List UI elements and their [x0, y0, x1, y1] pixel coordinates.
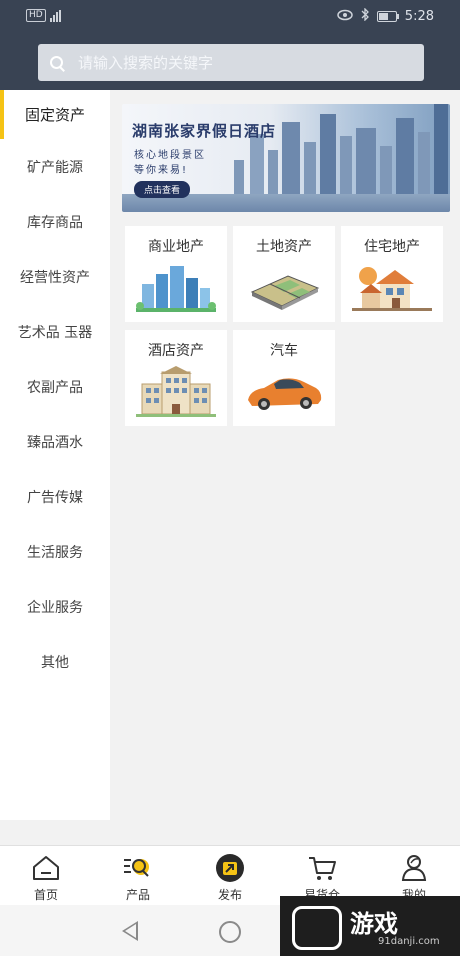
category-label: 商业地产 — [148, 239, 204, 255]
sidebar-item-inventory[interactable]: 库存商品 — [0, 194, 110, 249]
commercial-building-icon — [136, 266, 216, 312]
tab-home[interactable]: 首页 — [0, 846, 92, 906]
sidebar-item-mineral-energy[interactable]: 矿产能源 — [0, 139, 110, 194]
home-circle-icon[interactable] — [219, 921, 241, 943]
bluetooth-icon — [361, 7, 369, 25]
sidebar-item-label: 农副产品 — [27, 379, 83, 396]
signal-icon — [49, 9, 61, 22]
tab-publish[interactable]: 发布 — [184, 846, 276, 906]
search-input[interactable] — [76, 52, 400, 73]
sidebar-item-advertising[interactable]: 广告传媒 — [0, 469, 110, 524]
status-bar: HD 5:28 — [0, 0, 460, 34]
category-sidebar: 固定资产 矿产能源 库存商品 经营性资产 艺术品 玉器 农副产品 臻品酒水 广告… — [0, 90, 110, 820]
publish-icon — [216, 854, 244, 882]
category-card-commercial[interactable]: 商业地产 — [125, 226, 227, 322]
sidebar-item-life-services[interactable]: 生活服务 — [0, 524, 110, 579]
category-label: 酒店资产 — [148, 343, 204, 359]
sidebar-item-label: 生活服务 — [27, 544, 83, 561]
sidebar-item-label: 其他 — [41, 654, 69, 671]
cart-icon — [309, 857, 336, 880]
battery-icon — [376, 11, 399, 22]
banner-subtitle: 核心地段景区 等你来易! — [134, 148, 206, 178]
hotel-building-icon — [136, 366, 216, 417]
tab-label: 发布 — [217, 888, 242, 902]
car-icon — [248, 378, 322, 410]
tab-label: 首页 — [33, 888, 58, 902]
residential-house-icon — [352, 267, 432, 311]
home-icon — [33, 856, 59, 880]
promo-banner[interactable]: 湖南张家界假日酒店 核心地段景区 等你来易! 点击查看 — [122, 104, 450, 212]
category-card-hotel[interactable]: 酒店资产 — [125, 330, 227, 426]
sidebar-item-label: 固定资产 — [24, 106, 85, 124]
hd-indicator: HD — [26, 9, 46, 22]
clock: 5:28 — [404, 9, 434, 24]
sidebar-item-other[interactable]: 其他 — [0, 634, 110, 689]
banner-title: 湖南张家界假日酒店 — [132, 122, 277, 140]
search-bar[interactable] — [38, 44, 424, 81]
category-content: 湖南张家界假日酒店 核心地段景区 等你来易! 点击查看 商业地产 土地资产 住宅… — [110, 90, 460, 820]
sidebar-item-label: 经营性资产 — [20, 269, 90, 286]
sidebar-item-art-jade[interactable]: 艺术品 玉器 — [0, 304, 110, 359]
watermark-text: 游戏 — [350, 910, 398, 938]
sidebar-item-label: 广告传媒 — [27, 489, 83, 506]
category-label: 汽车 — [270, 343, 298, 359]
sidebar-item-fixed-assets[interactable]: 固定资产 — [0, 90, 110, 139]
profile-icon — [401, 855, 427, 881]
category-label: 住宅地产 — [364, 239, 420, 255]
eye-comfort-icon — [337, 9, 353, 25]
site-watermark: 游戏 91danji.com — [280, 896, 460, 956]
land-plot-icon — [250, 275, 320, 310]
banner-subtitle-line2: 等你来易! — [134, 165, 189, 176]
sidebar-item-wine[interactable]: 臻品酒水 — [0, 414, 110, 469]
sidebar-item-operating-assets[interactable]: 经营性资产 — [0, 249, 110, 304]
tab-products[interactable]: 产品 — [92, 846, 184, 906]
sidebar-item-label: 库存商品 — [27, 214, 83, 231]
sidebar-item-label: 矿产能源 — [27, 159, 83, 176]
category-label: 土地资产 — [256, 239, 312, 255]
category-card-land[interactable]: 土地资产 — [233, 226, 335, 322]
banner-view-button[interactable]: 点击查看 — [134, 181, 191, 198]
sidebar-item-label: 艺术品 玉器 — [17, 324, 93, 341]
watermark-logo-icon — [292, 906, 342, 950]
sidebar-item-label: 臻品酒水 — [27, 434, 83, 451]
banner-subtitle-line1: 核心地段景区 — [134, 150, 206, 161]
tab-label: 产品 — [125, 888, 150, 902]
header: HD 5:28 — [0, 0, 460, 90]
search-icon — [50, 55, 64, 70]
sidebar-item-label: 企业服务 — [27, 599, 83, 616]
watermark-url: 91danji.com — [378, 936, 440, 947]
sidebar-item-enterprise-services[interactable]: 企业服务 — [0, 579, 110, 634]
category-card-car[interactable]: 汽车 — [233, 330, 335, 426]
back-icon[interactable] — [122, 921, 138, 941]
category-card-residential[interactable]: 住宅地产 — [341, 226, 443, 322]
sidebar-item-agriculture[interactable]: 农副产品 — [0, 359, 110, 414]
product-search-icon — [124, 859, 149, 877]
